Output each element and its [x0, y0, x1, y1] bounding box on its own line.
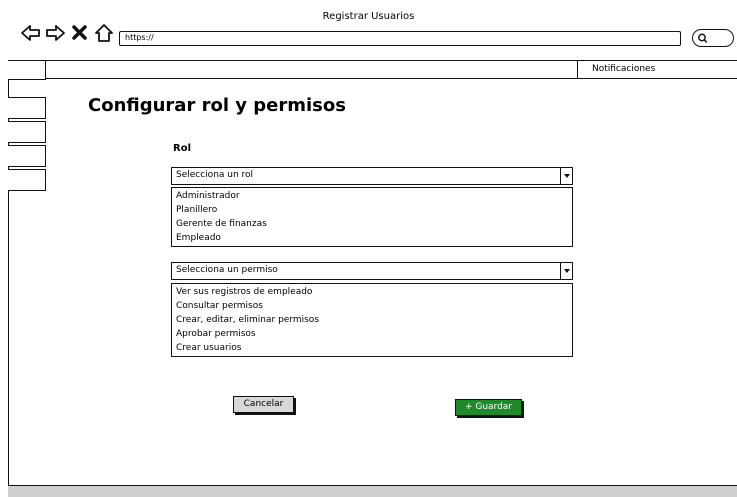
permission-option[interactable]: Crear usuarios — [176, 341, 572, 355]
save-button[interactable]: + Guardar — [455, 399, 522, 416]
sidebar-item-5[interactable] — [8, 169, 46, 191]
role-option[interactable]: Administrador — [176, 189, 572, 203]
home-icon[interactable] — [93, 22, 115, 44]
permission-option[interactable]: Ver sus registros de empleado — [176, 285, 572, 299]
notifications-link[interactable]: Notificaciones — [592, 64, 655, 74]
permission-options-list: Ver sus registros de empleado Consultar … — [171, 283, 573, 357]
permission-select[interactable]: Selecciona un permiso — [171, 262, 573, 280]
window-title: Registrar Usuarios — [322, 11, 415, 22]
sidebar-item-3[interactable] — [8, 121, 46, 143]
role-option[interactable]: Planillero — [176, 203, 572, 217]
frame-bottom-bar — [8, 485, 737, 497]
role-option[interactable]: Gerente de finanzas — [176, 217, 572, 231]
url-bar[interactable]: https:// — [119, 31, 681, 46]
role-label: Rol — [173, 143, 191, 154]
permission-option[interactable]: Consultar permisos — [176, 299, 572, 313]
close-icon[interactable] — [69, 22, 91, 44]
sidebar-item-2[interactable] — [8, 97, 46, 119]
browser-search-button[interactable] — [692, 29, 734, 47]
cancel-button[interactable]: Cancelar — [233, 396, 294, 413]
role-option[interactable]: Empleado — [176, 231, 572, 245]
page-title: Configurar rol y permisos — [88, 95, 346, 116]
sidebar-item-4[interactable] — [8, 145, 46, 167]
permission-select-value: Selecciona un permiso — [176, 265, 278, 275]
forward-arrow-icon[interactable] — [44, 22, 66, 44]
role-select[interactable]: Selecciona un rol — [171, 167, 573, 185]
header-separator — [577, 61, 578, 79]
role-select-value: Selecciona un rol — [176, 170, 254, 180]
back-arrow-icon[interactable] — [20, 22, 42, 44]
search-icon — [698, 33, 708, 43]
sidebar-item-1[interactable] — [8, 60, 46, 80]
chevron-down-icon[interactable] — [560, 168, 572, 184]
role-options-list: Administrador Planillero Gerente de fina… — [171, 187, 573, 247]
chevron-down-icon[interactable] — [560, 263, 572, 279]
permission-option[interactable]: Crear, editar, eliminar permisos — [176, 313, 572, 327]
permission-option[interactable]: Aprobar permisos — [176, 327, 572, 341]
